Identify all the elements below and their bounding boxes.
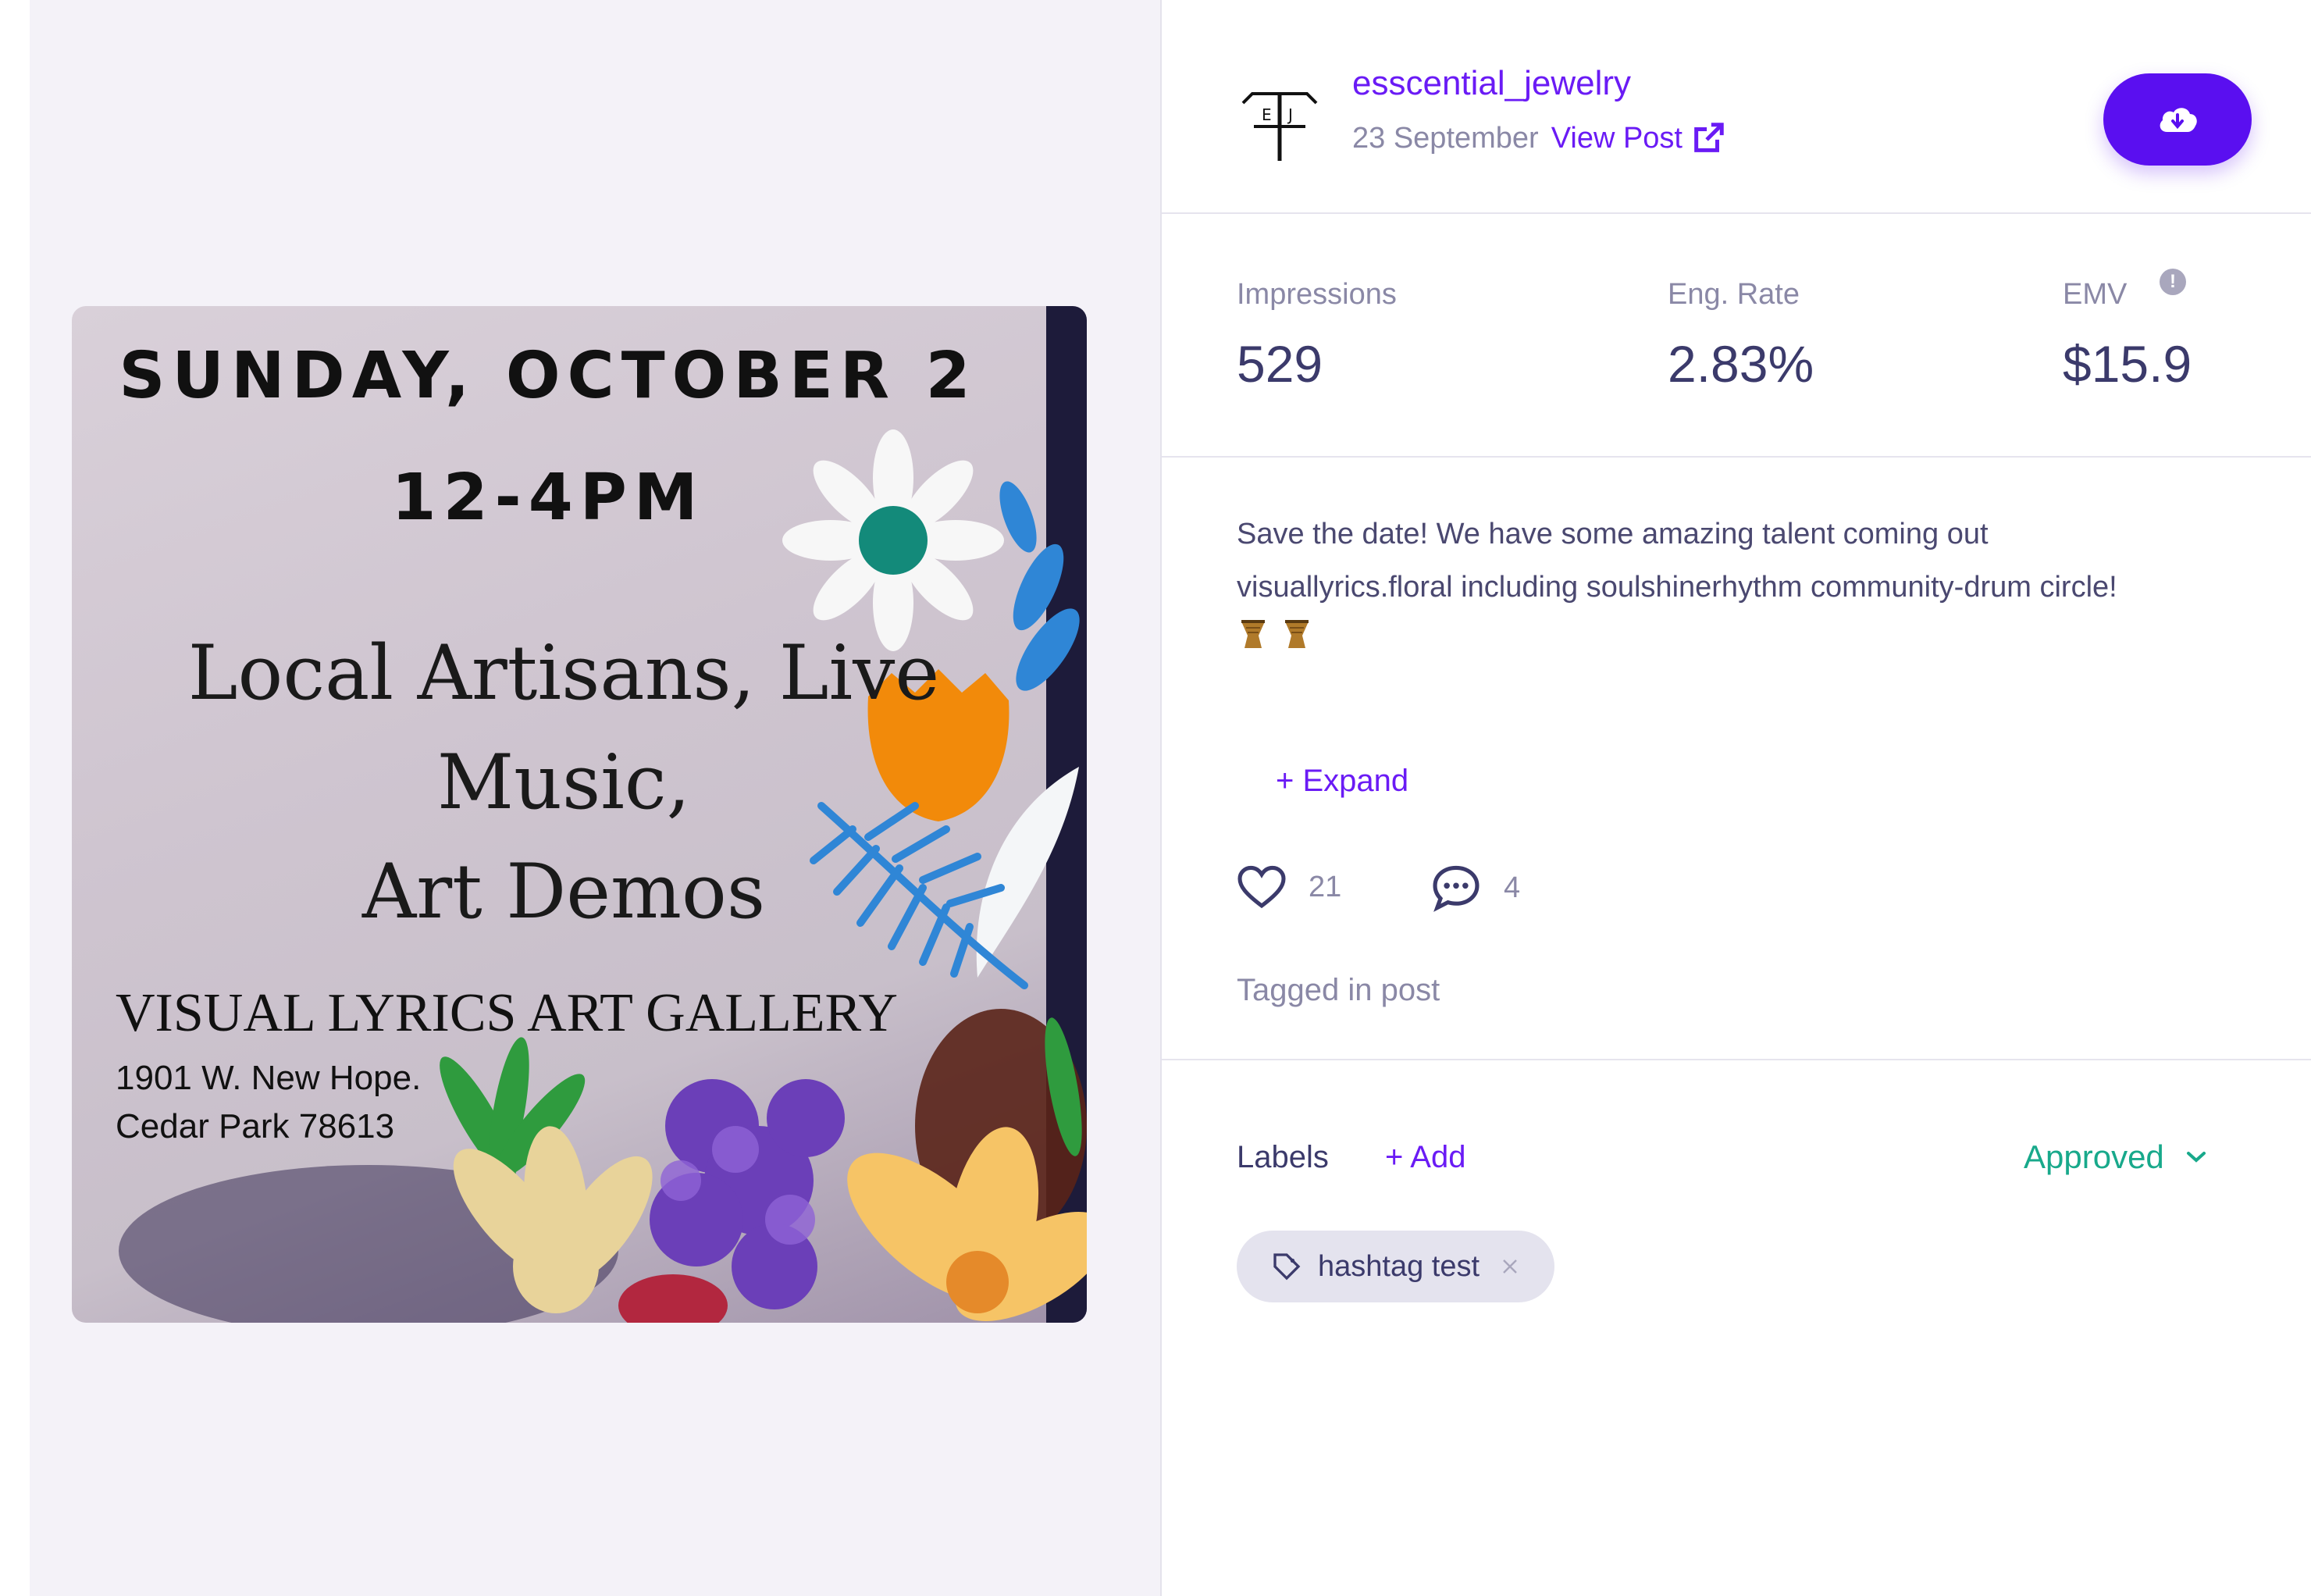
flyer-address: 1901 W. New Hope. Cedar Park 78613 <box>116 1059 422 1145</box>
post-meta: 23 September View Post <box>1352 120 1726 156</box>
flyer-time: 12-4PM <box>391 461 705 535</box>
tagged-in-post-label: Tagged in post <box>1237 973 1440 1007</box>
view-post-link[interactable]: View Post <box>1551 120 1726 156</box>
emv-value: $15.9 <box>2063 335 2192 393</box>
drum-emoji-icon <box>1241 620 1265 648</box>
labels-title: Labels <box>1237 1140 1329 1174</box>
view-post-label: View Post <box>1551 121 1683 155</box>
label-chip[interactable]: hashtag test <box>1237 1231 1555 1302</box>
flyer-gallery-name: VISUAL LYRICS ART GALLERY <box>116 983 898 1043</box>
svg-text:J: J <box>1287 105 1293 124</box>
post-image[interactable]: SUNDAY, OCTOBER 2 12-4PM Local Artisans,… <box>72 306 1087 1323</box>
chevron-down-icon <box>2186 1152 2206 1163</box>
engagement-divider <box>1162 1059 2311 1060</box>
caption-line: visuallyrics.floral including soulshiner… <box>1237 571 2117 604</box>
label-chip-text: hashtag test <box>1318 1249 1480 1283</box>
flyer-date: SUNDAY, OCTOBER 2 <box>119 339 977 413</box>
tag-icon <box>1273 1253 1301 1281</box>
header-divider <box>1162 212 2311 214</box>
caption-line: Save the date! We have some amazing tale… <box>1237 518 1989 550</box>
info-icon[interactable]: ! <box>2160 269 2186 295</box>
comments-value: 4 <box>1504 871 1521 904</box>
ej-logo-icon: E J <box>1241 92 1318 161</box>
cloud-download-icon <box>2160 108 2197 132</box>
stats-divider <box>1162 456 2311 458</box>
close-icon <box>1503 1259 1517 1274</box>
likes-count: 21 <box>1237 864 1341 910</box>
status-dropdown[interactable]: Approved <box>2024 1138 2208 1176</box>
window-edge <box>0 0 30 1596</box>
expand-caption-button[interactable]: + Expand <box>1276 764 1408 799</box>
post-caption: Save the date! We have some amazing tale… <box>1237 508 2228 614</box>
external-link-icon <box>1694 123 1724 152</box>
heart-icon <box>1237 865 1286 909</box>
emv-label: EMV <box>2063 278 2128 311</box>
download-button[interactable] <box>2103 73 2252 166</box>
flyer-headline-line: Local Artisans, Live <box>187 629 940 717</box>
comments-count: 4 <box>1430 864 1520 912</box>
drum-emoji-icon <box>1285 620 1309 648</box>
impressions-label: Impressions <box>1237 278 1397 311</box>
post-date: 23 September <box>1352 121 1539 155</box>
likes-value: 21 <box>1309 870 1342 903</box>
caption-emojis <box>1240 618 1310 650</box>
status-value: Approved <box>2024 1138 2164 1175</box>
impressions-value: 529 <box>1237 335 1323 393</box>
svg-text:E: E <box>1262 105 1272 124</box>
comment-bubble-icon <box>1433 865 1480 912</box>
add-label-button[interactable]: + Add <box>1385 1140 1465 1175</box>
avatar[interactable]: E J <box>1237 78 1323 164</box>
username-link[interactable]: esscential_jewelry <box>1352 64 1631 103</box>
remove-label-button[interactable] <box>1500 1256 1520 1277</box>
flyer-headline: Local Artisans, Live Music, Art Demos <box>134 618 993 946</box>
media-pane: SUNDAY, OCTOBER 2 12-4PM Local Artisans,… <box>30 0 1162 1596</box>
details-pane: E J esscential_jewelry 23 September View… <box>1162 0 2311 1596</box>
eng-rate-label: Eng. Rate <box>1668 278 1800 311</box>
flyer-headline-line: Art Demos <box>361 848 766 935</box>
flyer-headline-line: Music, <box>436 739 691 826</box>
eng-rate-value: 2.83% <box>1668 335 1814 393</box>
